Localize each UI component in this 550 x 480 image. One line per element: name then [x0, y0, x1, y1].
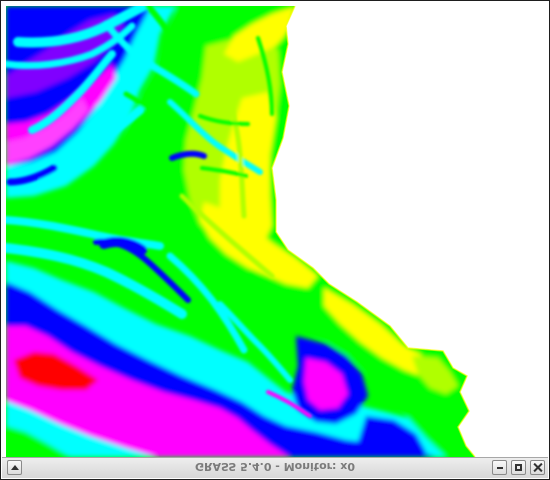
minimize-button[interactable]: [492, 460, 507, 475]
maximize-button[interactable]: [511, 460, 526, 475]
grass-monitor-window: GRASS 5.4.0 - Monitor: x0: [0, 0, 550, 480]
maximize-icon: [515, 464, 522, 471]
close-button[interactable]: [530, 460, 545, 475]
title-bar[interactable]: GRASS 5.4.0 - Monitor: x0: [2, 457, 548, 478]
minimize-icon: [497, 467, 503, 469]
window-title: GRASS 5.4.0 - Monitor: x0: [194, 460, 356, 473]
map-display[interactable]: [6, 6, 545, 457]
elevation-map: [6, 6, 545, 457]
